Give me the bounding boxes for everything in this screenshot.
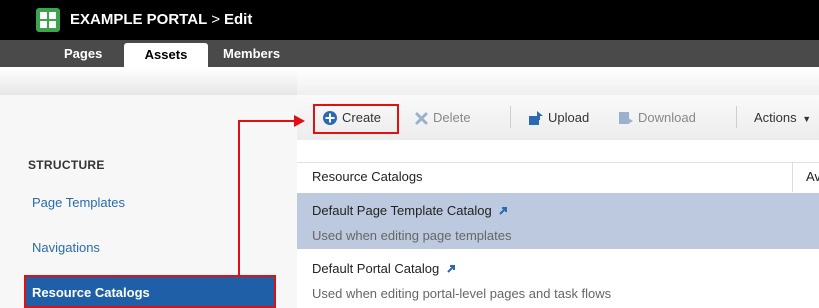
tab-members[interactable]: Members — [223, 40, 303, 67]
title-bar: EXAMPLE PORTAL > Edit — [0, 0, 819, 40]
row-description: Used when editing portal-level pages and… — [312, 286, 612, 301]
page-title: EXAMPLE PORTAL > Edit — [70, 11, 252, 28]
annotation-connector-vertical — [238, 121, 240, 276]
actions-label: Actions — [754, 110, 797, 125]
left-header-strip — [0, 67, 297, 96]
sidebar-item-navigations[interactable]: Navigations — [32, 240, 100, 255]
resource-catalogs-highlight-box — [24, 275, 276, 308]
tab-bar: Pages Assets Members — [0, 40, 819, 67]
toolbar-separator — [736, 106, 737, 128]
sidebar-item-page-templates[interactable]: Page Templates — [32, 195, 125, 210]
column-header-resource-catalogs[interactable]: Resource Catalogs — [312, 169, 423, 184]
toolbar-top-strip — [297, 67, 819, 96]
row-title-text: Default Page Template Catalog — [312, 203, 492, 218]
portal-name: EXAMPLE PORTAL — [70, 11, 208, 28]
actions-menu[interactable]: Actions ▼ — [754, 110, 811, 125]
delete-button[interactable]: Delete — [433, 110, 471, 125]
external-link-icon — [447, 265, 455, 273]
download-icon — [619, 112, 633, 124]
row-title[interactable]: Default Page Template Catalog — [312, 203, 508, 218]
section-title: STRUCTURE — [28, 158, 105, 172]
row-description: Used when editing page templates — [312, 228, 512, 243]
portal-logo-icon — [36, 8, 60, 32]
external-link-icon — [499, 207, 508, 215]
column-divider — [792, 162, 793, 192]
download-button[interactable]: Download — [638, 110, 696, 125]
chevron-down-icon: ▼ — [802, 114, 812, 124]
annotation-connector-horizontal — [238, 120, 296, 122]
row-title[interactable]: Default Portal Catalog — [312, 261, 456, 276]
create-highlight-box — [313, 104, 399, 134]
mode-label: Edit — [224, 11, 253, 28]
annotation-arrow-icon — [294, 115, 305, 127]
row-title-text: Default Portal Catalog — [312, 261, 440, 276]
upload-button[interactable]: Upload — [548, 110, 589, 125]
toolbar-separator — [510, 106, 511, 128]
title-separator: > — [211, 11, 220, 28]
tab-assets[interactable]: Assets — [124, 43, 208, 67]
column-header-available[interactable]: Av — [806, 169, 819, 184]
upload-icon — [529, 111, 543, 125]
delete-icon — [415, 112, 428, 125]
tab-pages[interactable]: Pages — [64, 40, 114, 67]
